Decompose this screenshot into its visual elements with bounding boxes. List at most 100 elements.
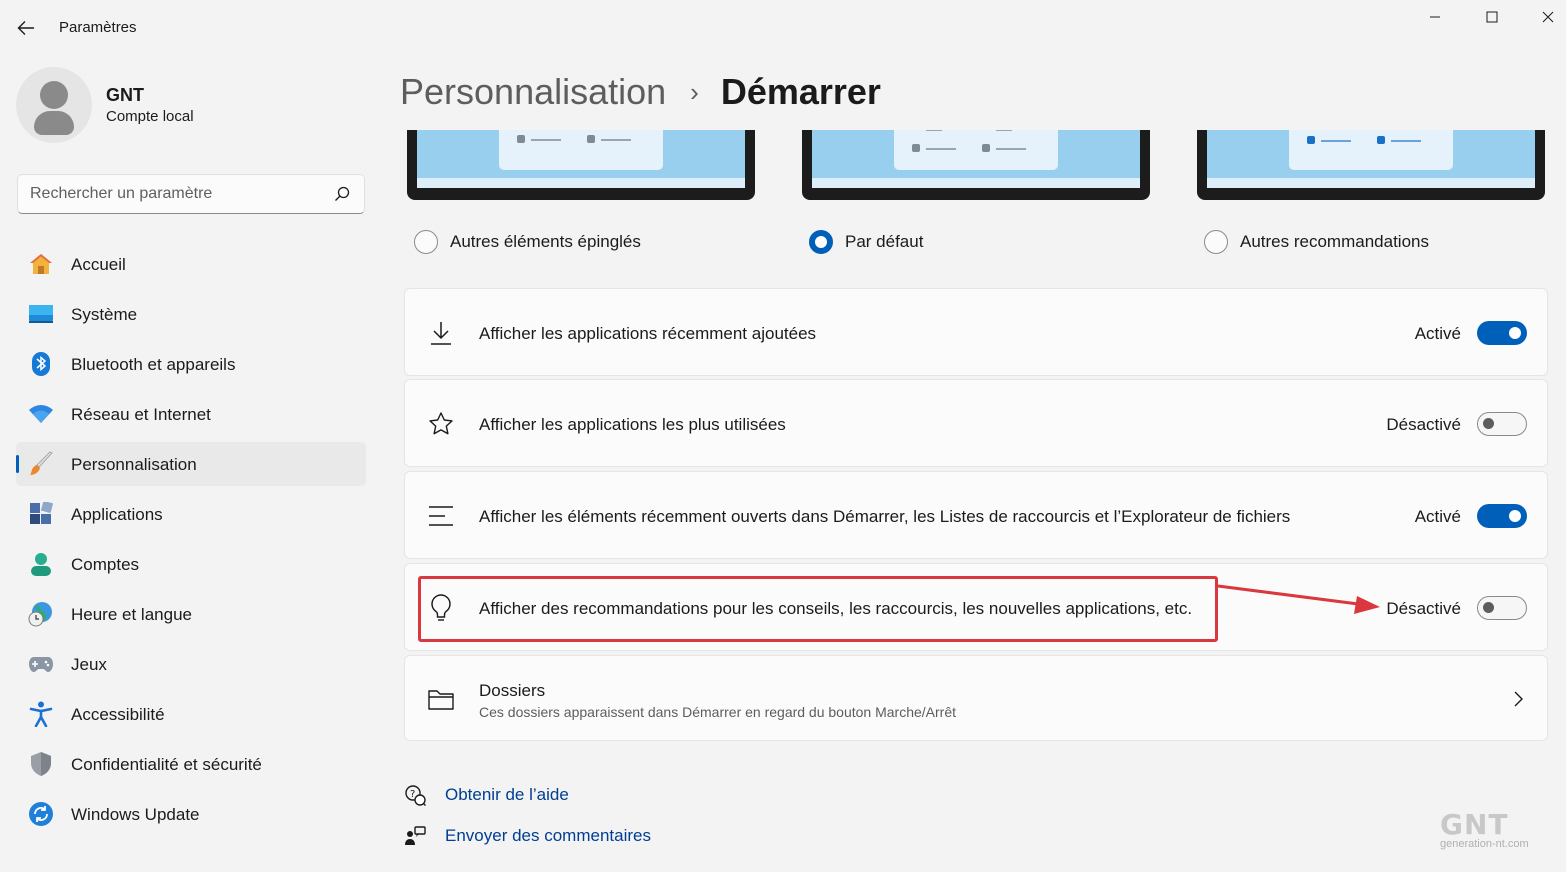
radio-label: Autres éléments épinglés: [450, 232, 641, 251]
avatar-head: [40, 81, 68, 109]
maximize-button[interactable]: [1472, 6, 1512, 28]
annotation-highlight-box: [418, 576, 1218, 642]
avatar[interactable]: [16, 67, 92, 143]
sidebar-item-accueil[interactable]: Accueil: [16, 242, 366, 286]
sidebar-item-label: Accessibilité: [71, 705, 165, 724]
breadcrumb: Personnalisation › Démarrer: [400, 68, 881, 116]
person-icon: [28, 552, 54, 576]
breadcrumb-separator: ›: [690, 76, 699, 107]
help-chat-icon: ?: [404, 784, 426, 806]
shield-icon: [28, 752, 54, 776]
setting-label: Afficher les applications les plus utili…: [479, 415, 786, 434]
home-icon: [28, 252, 54, 276]
wifi-icon: [28, 402, 54, 426]
title-bar: Paramètres: [0, 0, 1566, 56]
list-icon: [427, 502, 455, 530]
feedback-icon: [404, 825, 426, 847]
sidebar-item-label: Heure et langue: [71, 605, 192, 624]
setting-recent-items: Afficher les éléments récemment ouverts …: [404, 471, 1548, 559]
brush-icon: [28, 451, 54, 476]
radio-button[interactable]: [414, 230, 438, 254]
display-icon: [28, 302, 54, 326]
sidebar-item-label: Windows Update: [71, 805, 200, 824]
toggle-switch[interactable]: [1477, 321, 1527, 345]
star-icon: [427, 410, 455, 438]
radio-button-selected[interactable]: [809, 230, 833, 254]
sidebar-nav: Accueil Système Bluetooth et appareils R…: [16, 242, 366, 842]
toggle-switch[interactable]: [1477, 412, 1527, 436]
setting-recently-added: Afficher les applications récemment ajou…: [404, 288, 1548, 376]
sidebar-item-heure-langue[interactable]: Heure et langue: [16, 592, 366, 636]
sidebar-item-applications[interactable]: Applications: [16, 492, 366, 536]
toggle-state-label: Activé: [1414, 324, 1461, 343]
maximize-icon: [1486, 11, 1498, 23]
apps-icon: [28, 502, 54, 526]
svg-text:?: ?: [410, 789, 415, 800]
setting-most-used: Afficher les applications les plus utili…: [404, 379, 1548, 467]
sidebar-item-confidentialite[interactable]: Confidentialité et sécurité: [16, 742, 366, 786]
setting-description: Ces dossiers apparaissent dans Démarrer …: [479, 704, 957, 720]
bluetooth-icon: [28, 352, 54, 376]
globe-clock-icon: [28, 602, 54, 627]
avatar-body: [34, 111, 74, 135]
toggle-state-label: Activé: [1414, 507, 1461, 526]
search-icon[interactable]: [334, 186, 350, 202]
sidebar-item-accessibilite[interactable]: Accessibilité: [16, 692, 366, 736]
close-icon: [1542, 11, 1554, 23]
gamepad-icon: [28, 652, 54, 676]
account-type: Compte local: [106, 108, 194, 125]
search-input[interactable]: [30, 175, 330, 213]
toggle-state-label: Désactivé: [1386, 415, 1461, 434]
back-arrow-icon: [17, 21, 34, 35]
layout-preview-recommendations[interactable]: [1197, 130, 1545, 200]
sidebar-item-reseau[interactable]: Réseau et Internet: [16, 392, 366, 436]
toggle-switch[interactable]: [1477, 596, 1527, 620]
back-button[interactable]: [14, 16, 38, 40]
send-feedback-link[interactable]: Envoyer des commentaires: [404, 825, 651, 847]
radio-label: Autres recommandations: [1240, 232, 1429, 251]
layout-option-pins[interactable]: Autres éléments épinglés: [414, 230, 641, 254]
sidebar-item-personnalisation[interactable]: Personnalisation: [16, 442, 366, 486]
gnt-watermark: GNT generation-nt.com: [1440, 808, 1555, 856]
toggle-switch[interactable]: [1477, 504, 1527, 528]
accessibility-icon: [28, 701, 54, 727]
preview-start-panel: [499, 130, 663, 170]
sidebar-item-label: Applications: [71, 505, 163, 524]
breadcrumb-parent[interactable]: Personnalisation: [400, 71, 666, 113]
sidebar-item-comptes[interactable]: Comptes: [16, 542, 366, 586]
layout-preview-default[interactable]: [802, 130, 1150, 200]
download-icon: [427, 319, 455, 347]
setting-label: Afficher les applications récemment ajou…: [479, 324, 817, 343]
get-help-label: Obtenir de l’aide: [445, 785, 569, 804]
preview-start-panel: [894, 130, 1058, 170]
setting-label: Dossiers: [479, 681, 546, 700]
sidebar-item-label: Bluetooth et appareils: [71, 355, 236, 374]
sidebar-item-bluetooth[interactable]: Bluetooth et appareils: [16, 342, 366, 386]
account-name: GNT: [106, 85, 144, 105]
close-button[interactable]: [1528, 6, 1566, 28]
radio-button[interactable]: [1204, 230, 1228, 254]
sidebar-item-systeme[interactable]: Système: [16, 292, 366, 336]
radio-label: Par défaut: [845, 232, 924, 251]
toggle-state-label: Désactivé: [1386, 599, 1461, 618]
sidebar-item-label: Jeux: [71, 655, 107, 674]
watermark-logo: GNT: [1440, 808, 1509, 841]
setting-folders[interactable]: Dossiers Ces dossiers apparaissent dans …: [404, 655, 1548, 741]
layout-option-recommendations[interactable]: Autres recommandations: [1204, 230, 1429, 254]
sidebar-item-label: Confidentialité et sécurité: [71, 755, 262, 774]
search-box[interactable]: [17, 174, 365, 214]
sidebar-item-label: Accueil: [71, 255, 126, 274]
update-icon: [28, 802, 54, 826]
sidebar-item-label: Comptes: [71, 555, 140, 574]
setting-label: Afficher les éléments récemment ouverts …: [479, 507, 1291, 526]
sidebar-item-label: Réseau et Internet: [71, 405, 211, 424]
sidebar-item-windows-update[interactable]: Windows Update: [16, 792, 366, 836]
annotation-arrow: [1217, 584, 1380, 614]
minimize-button[interactable]: [1415, 6, 1455, 28]
layout-preview-pins[interactable]: [407, 130, 755, 200]
layout-option-default[interactable]: Par défaut: [809, 230, 923, 254]
sidebar-item-jeux[interactable]: Jeux: [16, 642, 366, 686]
get-help-link[interactable]: ? Obtenir de l’aide: [404, 784, 569, 806]
chevron-right-icon: [1514, 691, 1523, 707]
preview-start-panel: [1289, 130, 1453, 170]
